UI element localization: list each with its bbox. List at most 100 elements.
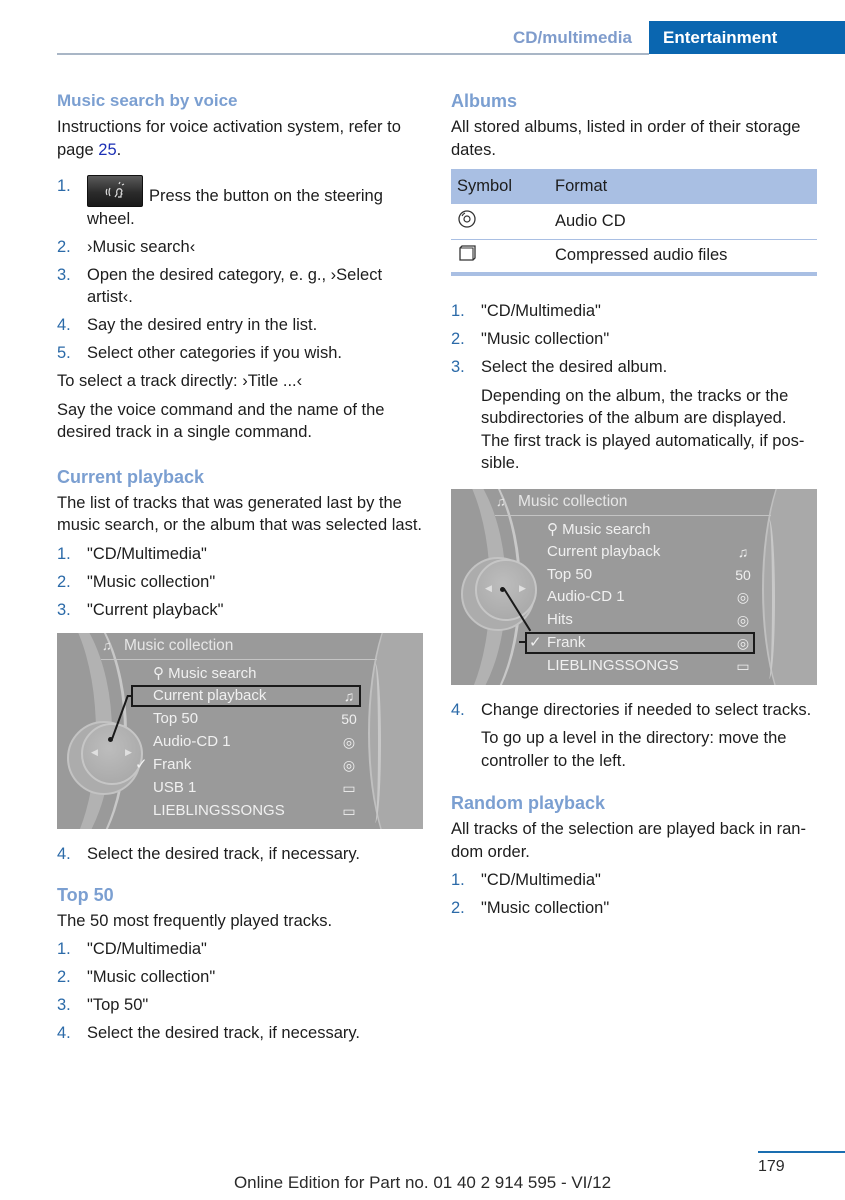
arrow-left-icon: ◀ bbox=[91, 747, 98, 757]
check-icon: ✓ bbox=[135, 756, 148, 773]
menu-row: ✓ Frank ◎ bbox=[135, 754, 359, 776]
random-playback-intro: All tracks of the selection are played b… bbox=[451, 820, 806, 861]
step-number: 2. bbox=[451, 330, 465, 348]
folder-icon bbox=[459, 245, 476, 261]
arrow-right-icon: ▶ bbox=[519, 582, 526, 593]
list-item: 1. Press the button on the steering wheel… bbox=[57, 175, 425, 230]
step-number: 1. bbox=[451, 302, 465, 320]
edition-footer: Online Edition for Part no. 01 40 2 914 … bbox=[233, 1173, 612, 1192]
menu-row-label: Current playback bbox=[547, 542, 661, 560]
menu-row-label: Frank bbox=[153, 756, 192, 773]
current-playback-intro: The list of tracks that was generated la… bbox=[57, 493, 422, 535]
menu-row-label: ⚲ Music search bbox=[547, 519, 651, 541]
menu-row-label: USB 1 bbox=[153, 779, 197, 796]
header-chapter-tab: Entertainment bbox=[649, 21, 845, 54]
menu-row: Audio-CD 1 ◎ bbox=[153, 731, 359, 753]
step-text: Select the desired album. bbox=[481, 358, 668, 376]
step-text: "Music collection" bbox=[481, 330, 610, 348]
list-item: 1. "CD/Multimedia" bbox=[57, 543, 425, 566]
step-text: ›Music search‹ bbox=[87, 237, 196, 256]
menu-row: ⚲ Music search bbox=[547, 519, 753, 541]
symbol-cell bbox=[451, 239, 549, 276]
heading-random-playback: Random playback bbox=[451, 793, 606, 813]
header-section-title: CD/multimedia bbox=[512, 28, 632, 47]
albums-step-4: 4. Change directories if needed to select… bbox=[451, 699, 818, 773]
arrow-left-icon: ◀ bbox=[485, 582, 492, 593]
top-50-intro: The 50 most frequently played tracks. bbox=[57, 911, 333, 930]
list-item: 2. "Music collection" bbox=[57, 966, 425, 989]
step-text: "CD/Multimedia" bbox=[481, 302, 601, 320]
list-item: 2. ›Music search‹ bbox=[57, 236, 425, 259]
screen-title-text: Music collection bbox=[124, 637, 234, 654]
step-number: 1. bbox=[57, 940, 71, 958]
step-number: 2. bbox=[57, 237, 71, 256]
step-number: 3. bbox=[57, 265, 71, 284]
voice-command-button-icon bbox=[87, 175, 143, 207]
step-text: "Music collection" bbox=[481, 899, 610, 917]
table-header-row: Symbol Format bbox=[451, 169, 817, 204]
list-item: 1. "CD/Multimedia" bbox=[57, 938, 425, 961]
arrow-right-icon: ▶ bbox=[125, 747, 132, 757]
step-number: 2. bbox=[57, 968, 71, 986]
leader-line bbox=[519, 640, 527, 643]
step-number: 1. bbox=[57, 177, 71, 195]
step-number: 4. bbox=[57, 845, 71, 863]
format-cell: Compressed audio files bbox=[549, 239, 817, 276]
leader-dot bbox=[108, 737, 113, 742]
step-number: 1. bbox=[451, 871, 465, 889]
menu-row: Current playback ♫ bbox=[547, 541, 753, 563]
highlight-box bbox=[131, 685, 361, 707]
cd-icon: ◎ bbox=[736, 588, 750, 605]
list-item: 3. Open the desired category, e. g., ›Sel… bbox=[57, 264, 425, 309]
menu-row-label: Audio-CD 1 bbox=[547, 587, 625, 605]
menu-row-label: Audio-CD 1 bbox=[153, 733, 231, 750]
symbol-cell bbox=[451, 204, 549, 240]
step-number: 3. bbox=[451, 358, 465, 376]
cd-icon: ◎ bbox=[342, 734, 356, 750]
folder-icon: ▭ bbox=[342, 803, 356, 819]
screen-title: ♫ Music collection bbox=[102, 635, 233, 657]
list-item: 3. "Top 50" bbox=[57, 994, 425, 1017]
list-item: 4. Select the desired track, if necessary… bbox=[57, 843, 425, 866]
step-number: 4. bbox=[57, 1024, 71, 1042]
albums-intro: All stored albums, listed in order of th… bbox=[451, 118, 801, 159]
screen-title: ♫ Music collection bbox=[496, 491, 627, 513]
playlist-icon: ♫ bbox=[737, 543, 749, 560]
step-text: "Current playback" bbox=[87, 600, 224, 619]
step-number: 2. bbox=[57, 572, 71, 591]
screen-title-rule bbox=[101, 659, 377, 660]
right-column: Albums All stored albums, listed in orde… bbox=[451, 88, 818, 925]
count-badge: 50 bbox=[341, 711, 357, 727]
page-link[interactable]: 25 bbox=[98, 141, 116, 159]
highlight-box bbox=[525, 631, 755, 654]
step-number: 5. bbox=[57, 344, 71, 362]
menu-row-label: ⚲ Music search bbox=[153, 663, 257, 685]
direct-track-note: Say the voice command and the name of th… bbox=[57, 400, 385, 442]
step-text: Select the desired track, if necessary. bbox=[87, 845, 360, 863]
format-cell: Audio CD bbox=[549, 204, 817, 240]
search-icon: ⚲ bbox=[547, 520, 563, 538]
step-note: To go up a level in the directory: move … bbox=[481, 729, 787, 770]
menu-row-label: Top 50 bbox=[547, 565, 593, 583]
list-item: 2. "Music collection" bbox=[57, 571, 425, 594]
step-text: "CD/Multimedia" bbox=[87, 940, 207, 958]
step-number: 3. bbox=[57, 600, 71, 619]
idrive-screen-albums: ♫ Music collection ◀ ▶ ⚲ Music search Cur… bbox=[451, 488, 817, 685]
heading-current-playback: Current playback bbox=[57, 466, 205, 487]
step-number: 2. bbox=[451, 899, 465, 917]
scroll-indicator bbox=[763, 518, 775, 679]
albums-steps: 1. "CD/Multimedia" 2. "Music collection" 3… bbox=[451, 300, 818, 475]
step-text: "Music collection" bbox=[87, 968, 216, 986]
heading-top-50: Top 50 bbox=[57, 884, 114, 905]
step-text: "Top 50" bbox=[87, 996, 149, 1014]
list-item: 2. "Music collection" bbox=[451, 897, 818, 920]
current-playback-steps: 1. "CD/Multimedia" 2. "Music collection" 3… bbox=[57, 543, 425, 622]
list-item: 2. "Music collection" bbox=[451, 328, 818, 351]
album-format-table: Symbol Format Audio CD Compressed audio … bbox=[451, 169, 817, 276]
table-row: Audio CD bbox=[451, 204, 817, 240]
menu-row: ⚲ Music search bbox=[153, 663, 359, 685]
heading-albums: Albums bbox=[451, 91, 518, 111]
step-text: Change directories if needed to select t… bbox=[481, 700, 812, 719]
header-rule bbox=[57, 53, 649, 55]
menu-row: Top 50 50 bbox=[153, 708, 359, 730]
